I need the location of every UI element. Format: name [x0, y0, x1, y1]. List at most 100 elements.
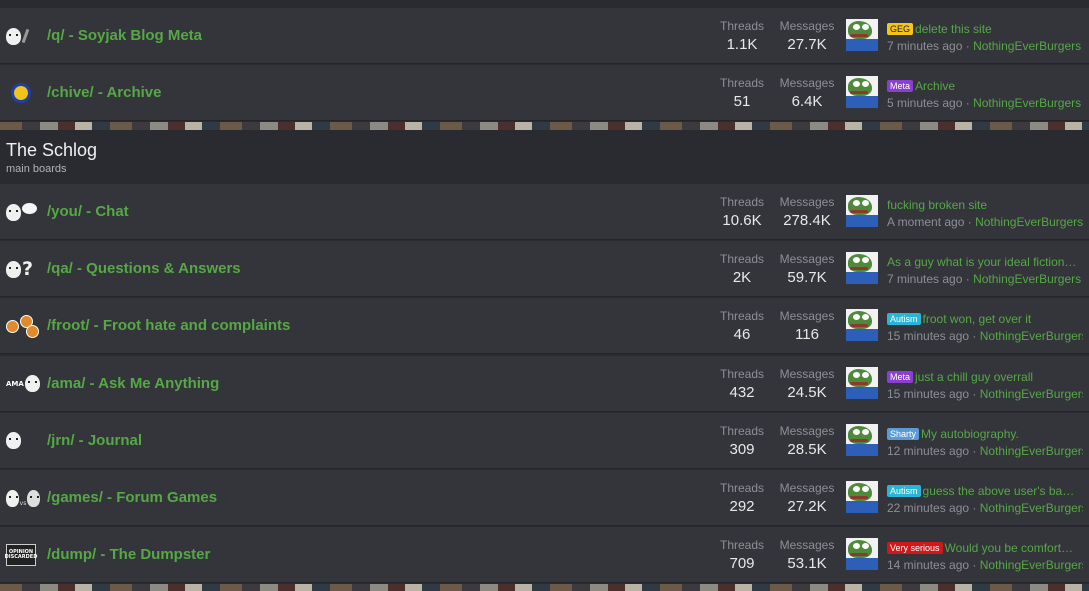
soyjak-icon: [6, 24, 40, 48]
latest-thread-link[interactable]: just a chill guy overrall: [915, 370, 1033, 384]
separator: ·: [972, 501, 977, 515]
separator: ·: [965, 96, 970, 110]
latest-post: Autism froot won, get over it 15 minutes …: [887, 311, 1083, 345]
messages-stat: Messages 116: [777, 309, 837, 343]
latest-thread-link[interactable]: fucking broken site: [887, 198, 987, 212]
latest-post-user[interactable]: NothingEverBurgers: [980, 558, 1083, 572]
user-avatar[interactable]: [846, 76, 878, 108]
user-avatar[interactable]: [846, 538, 878, 571]
threads-label: Threads: [719, 195, 765, 209]
messages-stat: Messages 27.7K: [777, 19, 837, 53]
latest-post-time[interactable]: 5 minutes ago: [887, 96, 962, 110]
latest-thread-link[interactable]: Archive: [915, 79, 955, 93]
archive-medal-icon: [6, 81, 40, 105]
latest-post-time[interactable]: 7 minutes ago: [887, 272, 962, 286]
threads-stat: Threads 2K: [714, 252, 770, 286]
messages-count: 278.4K: [783, 212, 831, 229]
latest-post-user[interactable]: NothingEverBurgers: [973, 96, 1081, 110]
messages-count: 24.5K: [787, 383, 827, 401]
threads-label: Threads: [719, 481, 765, 495]
versus-icon: vs: [6, 486, 40, 510]
messages-stat: Messages 28.5K: [777, 424, 837, 458]
forum-title-link[interactable]: /jrn/ - Journal: [47, 432, 142, 449]
latest-thread-link[interactable]: Would you be comfort…: [945, 541, 1074, 555]
forum-row[interactable]: /froot/ - Froot hate and complaints Thre…: [0, 298, 1089, 355]
messages-count: 59.7K: [787, 269, 827, 287]
latest-post: Meta Archive 5 minutes ago · NothingEverB…: [887, 78, 1083, 112]
forum-title-link[interactable]: /chive/ - Archive: [47, 84, 162, 101]
user-avatar[interactable]: [846, 252, 878, 285]
latest-thread-link[interactable]: As a guy what is your ideal fiction…: [887, 255, 1076, 269]
threads-count: 10.6K: [722, 212, 762, 229]
latest-post-time[interactable]: 15 minutes ago: [887, 387, 969, 401]
messages-label: Messages: [779, 309, 835, 324]
latest-thread-link[interactable]: guess the above user's ba…: [923, 484, 1075, 498]
forum-title-link[interactable]: /qa/ - Questions & Answers: [47, 260, 241, 277]
banner-strip: [0, 122, 1089, 130]
forum-title-link[interactable]: /q/ - Soyjak Blog Meta: [47, 27, 202, 44]
messages-stat: Messages 59.7K: [777, 252, 837, 286]
forum-row[interactable]: OPINION DISCARDED /dump/ - The Dumpster …: [0, 527, 1089, 584]
thread-prefix-badge: Autism: [887, 313, 921, 326]
forum-row[interactable]: /you/ - Chat Threads 10.6K Messages 278.…: [0, 184, 1089, 240]
question-mark-icon: ?: [6, 257, 40, 281]
latest-post-user[interactable]: NothingEverBurgers: [980, 444, 1083, 458]
user-avatar[interactable]: [846, 366, 878, 399]
latest-post-user[interactable]: NothingEverBurgers: [973, 39, 1081, 53]
user-avatar[interactable]: [846, 481, 878, 513]
separator: ·: [965, 39, 970, 53]
messages-label: Messages: [779, 366, 835, 381]
latest-post-time[interactable]: 7 minutes ago: [887, 39, 962, 53]
forum-row[interactable]: vs /games/ - Forum Games Threads 292 Mes…: [0, 470, 1089, 526]
user-avatar[interactable]: [846, 423, 878, 456]
latest-post-time[interactable]: 22 minutes ago: [887, 501, 969, 515]
latest-post-user[interactable]: NothingEverBurgers: [980, 387, 1083, 401]
separator: ·: [965, 272, 970, 287]
category-header: The Schlog main boards: [0, 130, 1089, 184]
latest-post-user[interactable]: NothingEverBurgers: [980, 501, 1083, 515]
latest-post-time[interactable]: 15 minutes ago: [887, 329, 969, 343]
thread-prefix-badge: Sharty: [887, 427, 920, 440]
latest-post-user[interactable]: NothingEverBurgers: [975, 215, 1083, 229]
messages-count: 28.5K: [787, 440, 827, 458]
latest-post-time[interactable]: 12 minutes ago: [887, 444, 969, 458]
forum-title-link[interactable]: /froot/ - Froot hate and complaints: [47, 317, 290, 334]
threads-count: 46: [733, 326, 751, 344]
separator: ·: [972, 386, 977, 401]
forum-row[interactable]: /q/ - Soyjak Blog Meta Threads 1.1K Mess…: [0, 8, 1089, 64]
user-avatar[interactable]: [846, 309, 878, 342]
messages-label: Messages: [779, 76, 835, 90]
threads-label: Threads: [719, 252, 765, 267]
latest-thread-link[interactable]: My autobiography.: [921, 427, 1019, 441]
messages-label: Messages: [779, 481, 835, 495]
forum-title-link[interactable]: /you/ - Chat: [47, 203, 129, 220]
forum-row[interactable]: /chive/ - Archive Threads 51 Messages 6.…: [0, 65, 1089, 121]
threads-label: Threads: [719, 76, 765, 90]
messages-count: 27.7K: [787, 36, 827, 53]
user-avatar[interactable]: [846, 195, 878, 227]
forum-title-link[interactable]: /ama/ - Ask Me Anything: [47, 375, 219, 392]
category-description: main boards: [6, 163, 67, 175]
forum-row[interactable]: /jrn/ - Journal Threads 309 Messages 28.…: [0, 412, 1089, 469]
messages-stat: Messages 6.4K: [777, 76, 837, 110]
latest-post-user[interactable]: NothingEverBurgers: [973, 272, 1081, 286]
latest-thread-link[interactable]: delete this site: [915, 22, 992, 36]
orange-soyjak-icon: [6, 314, 40, 338]
messages-count: 116: [795, 326, 819, 344]
forum-row[interactable]: AMA /ama/ - Ask Me Anything Threads 432 …: [0, 355, 1089, 412]
threads-stat: Threads 10.6K: [714, 195, 770, 229]
thread-prefix-badge: Meta: [887, 80, 914, 92]
latest-post-time[interactable]: A moment ago: [887, 215, 964, 229]
dumpster-icon: OPINION DISCARDED: [5, 543, 40, 567]
category-title[interactable]: The Schlog: [6, 140, 97, 161]
latest-post-user[interactable]: NothingEverBurgers: [980, 329, 1083, 343]
forum-title-link[interactable]: /games/ - Forum Games: [47, 489, 217, 506]
latest-post: Meta just a chill guy overrall 15 minutes…: [887, 369, 1083, 403]
latest-post-time[interactable]: 14 minutes ago: [887, 558, 969, 572]
user-avatar[interactable]: [846, 19, 878, 51]
messages-count: 27.2K: [787, 498, 827, 515]
forum-title-link[interactable]: /dump/ - The Dumpster: [47, 546, 210, 563]
banner-strip: [0, 584, 1089, 591]
forum-row[interactable]: ? /qa/ - Questions & Answers Threads 2K …: [0, 241, 1089, 298]
latest-thread-link[interactable]: froot won, get over it: [923, 312, 1032, 326]
